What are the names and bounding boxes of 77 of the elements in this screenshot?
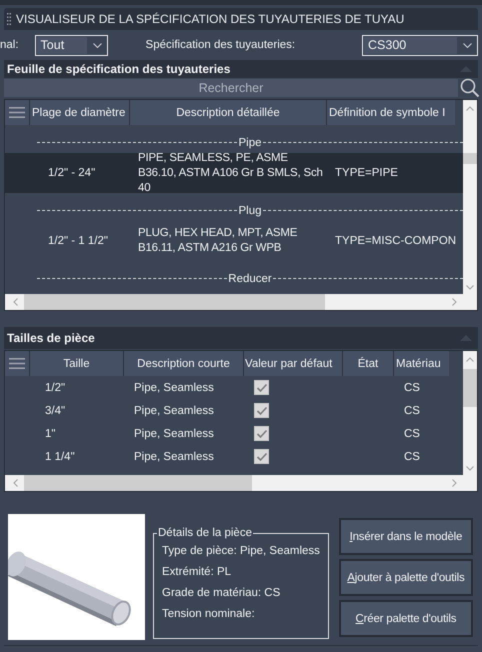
column-header[interactable]: Taille [30, 351, 124, 376]
scroll-right-icon[interactable] [452, 298, 457, 306]
group-label: Reducer [227, 273, 273, 285]
table-cell-text: Pipe, Seamless [133, 382, 215, 394]
column-header[interactable]: Définition de symbole I [327, 100, 455, 125]
scroll-thumb[interactable] [24, 475, 252, 491]
action-button[interactable]: Insérer dans le modèle [338, 518, 473, 555]
filter-dropdown[interactable]: Tout [34, 34, 108, 56]
table-cell-text: Pipe, Seamless [133, 404, 215, 416]
column-header[interactable]: Description détaillée [130, 100, 327, 125]
checkbox[interactable] [254, 403, 269, 418]
table-row[interactable]: 1/2" - 24" PIPE, SEAMLESS, PE, ASME B36.10, ASTM A106 Gr B SMLS, Sch 40 TYPE=PIPE [5, 153, 463, 193]
table-cell-text: 1" [44, 428, 56, 440]
table-cell-text: CS [403, 404, 421, 416]
table-cell-text: 3/4" [44, 404, 66, 416]
detail-text: Extrémité: PL [162, 565, 232, 580]
search-field[interactable]: Rechercher [4, 79, 458, 97]
scroll-thumb[interactable] [24, 294, 325, 310]
action-button[interactable]: Créer palette d'outils [338, 600, 473, 637]
table-cell-text: CS [403, 382, 421, 394]
section-header[interactable]: Tailles de pièce [4, 327, 478, 349]
table-cell-text: PIPE, SEAMLESS, PE, ASME B36.10, ASTM A106 Gr B SMLS, Sch 40 [137, 150, 324, 196]
table-cell-text: TYPE=MISC-COMPON [334, 234, 455, 248]
search-icon[interactable] [460, 78, 480, 98]
scroll-thumb[interactable] [463, 369, 477, 407]
scroll-left-icon[interactable] [13, 298, 18, 306]
table-cell-text: PLUG, HEX HEAD, MPT, ASME B16.11, ASTM A216 Gr WPB [137, 226, 298, 256]
chevron-down-icon [92, 42, 102, 48]
table-cell-text: CS [403, 428, 421, 440]
scroll-left-icon[interactable] [13, 479, 18, 487]
checkbox[interactable] [254, 380, 269, 395]
table-cell-text: 1 1/4" [44, 450, 76, 462]
column-header[interactable]: Matériau [394, 351, 449, 376]
table-cell-text: TYPE=PIPE [334, 166, 399, 180]
table-cell-text: Pipe, Seamless [133, 450, 215, 462]
table-row[interactable]: 1/2" - 1 1/2" PLUG, HEX HEAD, MPT, ASME B16.11, ASTM A216 Gr WPB TYPE=MISC-COMPON [5, 221, 463, 261]
table-cell-text: 1/2" - 24" [47, 166, 96, 180]
horizontal-scrollbar[interactable] [5, 475, 477, 491]
scroll-right-icon[interactable] [452, 479, 457, 487]
section-title: Tailles de pièce [7, 331, 95, 345]
spec-dropdown[interactable]: CS300 [362, 34, 478, 56]
horizontal-scrollbar[interactable] [5, 294, 477, 310]
grip-icon[interactable] [7, 13, 11, 25]
filter-label: nal: [0, 39, 19, 51]
column-menu-button[interactable] [5, 100, 30, 125]
group-label: Plug [237, 205, 263, 217]
scroll-thumb[interactable] [463, 153, 477, 164]
action-button[interactable]: Ajouter à palette d'outils [338, 559, 473, 596]
detail-text: Tension nominale: [162, 607, 256, 622]
table-cell-text: Pipe, Seamless [133, 428, 215, 440]
section-header[interactable]: Feuille de spécification des tuyauteries [4, 60, 478, 78]
detail-text: Type de pièce: Pipe, Seamless [162, 544, 320, 559]
column-header[interactable]: Plage de diamètre [30, 100, 130, 125]
column-header[interactable]: Description courte [124, 351, 244, 376]
menu-icon [9, 107, 25, 118]
column-header[interactable]: État [343, 351, 394, 376]
table-cell-text: 1/2" [44, 382, 66, 394]
column-menu-button[interactable] [5, 351, 30, 376]
section-title: Feuille de spécification des tuyauteries [7, 62, 230, 76]
vertical-scrollbar[interactable] [463, 351, 477, 475]
scroll-up-icon[interactable] [466, 106, 474, 111]
window-title: VISUALISEUR DE LA SPÉCIFICATION DES TUYAUTERIES DE TUYAU [16, 12, 404, 26]
group-label: Pipe [237, 137, 263, 149]
chevron-down-icon [463, 42, 472, 48]
column-header[interactable]: Valeur par défaut [244, 351, 343, 376]
scroll-down-icon[interactable] [466, 466, 474, 471]
scroll-down-icon[interactable] [466, 285, 474, 290]
detail-text: Grade de matériau: CS [162, 586, 282, 601]
menu-icon [9, 358, 25, 369]
scroll-up-icon[interactable] [466, 357, 474, 362]
vertical-scrollbar[interactable] [463, 100, 477, 294]
table-cell-text: CS [403, 450, 421, 462]
spec-label: Spécification des tuyauteries: [146, 39, 296, 51]
group-title: Détails de la pièce [157, 527, 253, 539]
checkbox[interactable] [254, 426, 269, 441]
table-cell-text: 1/2" - 1 1/2" [47, 234, 109, 248]
checkbox[interactable] [254, 449, 269, 464]
